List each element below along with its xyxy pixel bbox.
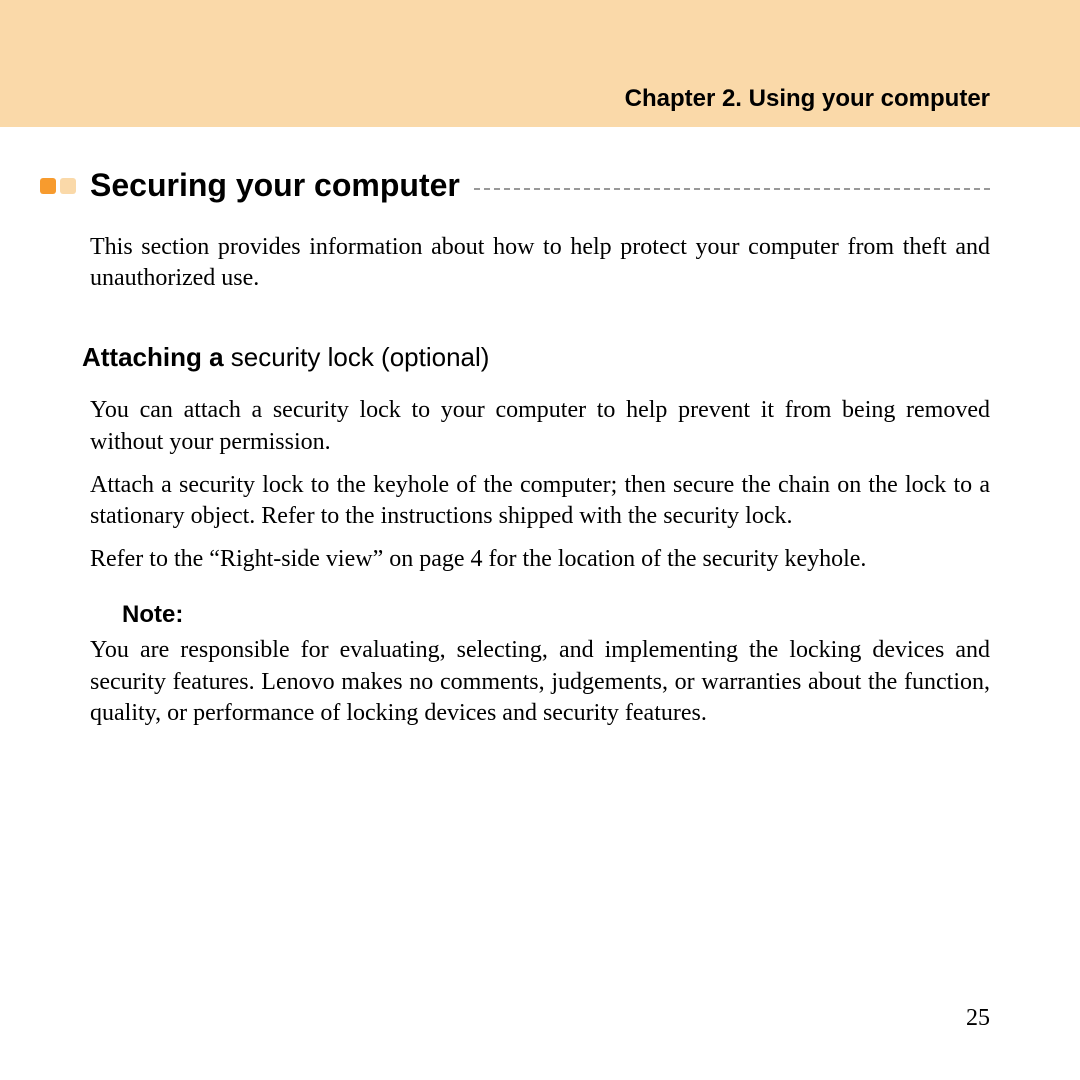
body-para-1: You can attach a security lock to your c… xyxy=(90,395,990,457)
note-text: You are responsible for evaluating, sele… xyxy=(90,635,990,729)
bullet-orange-icon xyxy=(40,178,56,194)
body-para-3: Refer to the “Right-side view” on page 4… xyxy=(90,544,990,575)
dashed-line-icon xyxy=(474,188,990,190)
subsection-heading: Attaching a security lock (optional) xyxy=(82,342,990,373)
chapter-title: Chapter 2. Using your computer xyxy=(625,85,990,113)
page-number: 25 xyxy=(966,1005,990,1032)
body-para-2: Attach a security lock to the keyhole of… xyxy=(90,470,990,532)
bullet-light-icon xyxy=(60,178,76,194)
page-content: Securing your computer This section prov… xyxy=(0,127,1080,729)
subheading-rest: security lock (optional) xyxy=(231,342,490,372)
header-band: Chapter 2. Using your computer xyxy=(0,0,1080,127)
section-title: Securing your computer xyxy=(90,167,460,204)
section-heading-row: Securing your computer xyxy=(40,167,990,204)
subheading-bold: Attaching a xyxy=(82,342,231,372)
section-intro: This section provides information about … xyxy=(90,232,990,294)
note-label: Note: xyxy=(122,601,990,629)
bullet-icons xyxy=(40,178,76,194)
